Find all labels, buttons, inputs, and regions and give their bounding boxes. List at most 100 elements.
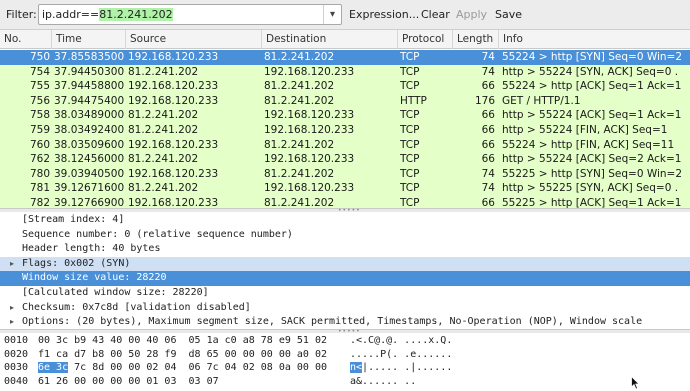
byte-ascii-values: .....P(. .e...... [350, 348, 453, 360]
detail-row[interactable]: Window size value: 28220 [0, 271, 690, 286]
packet-row[interactable]: 762 38.12456000 81.2.241.202 192.168.120.23… [0, 152, 690, 167]
packet-row[interactable]: 780 39.03940500 192.168.120.233 81.2.241.20… [0, 166, 690, 182]
packet-cell-len: 74 [481, 167, 495, 180]
save-button[interactable]: Save [495, 8, 522, 21]
packet-cell-len: 176 [474, 94, 495, 107]
filter-text[interactable]: ip.addr==81.2.241.202 [42, 8, 173, 21]
byte-row[interactable]: 0040 61 26 00 00 00 00 01 03 03 07 a&.....… [0, 375, 690, 389]
detail-row[interactable]: [Stream index: 4] [0, 213, 690, 228]
packet-cell-proto: TCP [400, 65, 420, 78]
expression-button[interactable]: Expression... [349, 8, 419, 21]
packet-cell-no: 754 [29, 65, 50, 78]
expand-arrow-icon[interactable]: ▸ [10, 257, 14, 272]
column-header-no[interactable]: No. [0, 30, 52, 49]
packet-cell-proto: TCP [400, 167, 420, 180]
byte-hex-values: 00 3c b9 43 40 00 40 06 05 1a c0 a8 78 e… [38, 335, 327, 346]
filter-prefix: ip.addr== [42, 8, 100, 21]
column-header-time[interactable]: Time [52, 30, 126, 49]
packet-details[interactable]: [Stream index: 4] Sequence number: 0 (rel… [0, 212, 690, 330]
byte-offset: 0040 [4, 375, 29, 387]
detail-text: Header length: 40 bytes [22, 243, 161, 255]
filter-dropdown-icon[interactable]: ▾ [323, 5, 341, 24]
expand-arrow-icon[interactable]: ▸ [10, 315, 14, 330]
byte-hex[interactable]: 00 3c b9 43 40 00 40 06 05 1a c0 a8 78 e… [38, 334, 327, 348]
packet-cell-dst: 81.2.241.202 [264, 138, 335, 151]
apply-button[interactable]: Apply [456, 8, 487, 21]
packet-cell-time: 38.03492400 [54, 124, 124, 136]
packet-cell-len: 66 [481, 153, 495, 166]
packet-row[interactable]: 760 38.03509600 192.168.120.233 81.2.241.20… [0, 137, 690, 153]
packet-cell-src: 81.2.241.202 [128, 109, 199, 122]
packet-cell-proto: TCP [400, 109, 420, 122]
display-filter-input[interactable]: ip.addr==81.2.241.202 ▾ [38, 4, 342, 25]
packet-cell-info: 55225 > http [SYN] Seq=0 Win=2 [502, 167, 683, 180]
packet-cell-info: GET / HTTP/1.1 [502, 94, 581, 107]
byte-hex[interactable]: f1 ca d7 b8 00 50 28 f9 d8 65 00 00 00 0… [38, 348, 327, 362]
packet-cell-len: 74 [481, 65, 495, 78]
packet-row[interactable]: 781 39.12671600 81.2.241.202 192.168.120.23… [0, 181, 690, 196]
packet-cell-len: 74 [481, 51, 495, 63]
packet-cell-src: 81.2.241.202 [128, 182, 199, 195]
detail-text: Window size value: 28220 [22, 272, 167, 284]
byte-offset: 0030 [4, 362, 29, 373]
column-header-protocol[interactable]: Protocol [398, 30, 453, 49]
packet-cell-src: 81.2.241.202 [128, 65, 199, 78]
detail-row[interactable]: ▸ Checksum: 0x7c8d [validation disabled] [0, 301, 690, 316]
packet-cell-info: 55224 > http [SYN] Seq=0 Win=2 [502, 51, 683, 63]
packet-cell-no: 758 [29, 109, 50, 122]
detail-text: Sequence number: 0 (relative sequence nu… [22, 228, 293, 240]
byte-hex[interactable]: 61 26 00 00 00 00 01 03 03 07 [38, 375, 219, 389]
packet-cell-no: 750 [29, 51, 50, 63]
packet-cell-no: 756 [29, 94, 50, 107]
byte-row[interactable]: 0010 00 3c b9 43 40 00 40 06 05 1a c0 a8 … [0, 334, 690, 348]
packet-cell-src: 192.168.120.233 [128, 51, 219, 63]
packet-cell-len: 66 [481, 138, 495, 151]
byte-hex-values: 7c 8d 00 00 02 04 06 7c 04 02 08 0a 00 0… [68, 362, 327, 373]
expand-arrow-icon[interactable]: ▸ [10, 301, 14, 316]
byte-offset: 0020 [4, 348, 29, 360]
packet-list[interactable]: No. Time Source Destination Protocol Len… [0, 30, 690, 211]
detail-text: Flags: 0x002 (SYN) [22, 257, 131, 269]
packet-cell-info: http > 55225 [SYN, ACK] Seq=0 . [502, 182, 679, 195]
column-header-length[interactable]: Length [453, 30, 499, 49]
byte-ascii[interactable]: .....P(. .e...... [350, 348, 452, 362]
packet-row[interactable]: 750 37.85583500 192.168.120.233 81.2.241.20… [0, 50, 690, 65]
packet-cell-dst: 81.2.241.202 [264, 94, 335, 107]
packet-row[interactable]: 758 38.03489000 81.2.241.202 192.168.120.23… [0, 108, 690, 123]
packet-cell-dst: 192.168.120.233 [264, 182, 355, 195]
packet-cell-dst: 192.168.120.233 [264, 153, 355, 166]
packet-cell-time: 37.85583500 [54, 51, 124, 63]
packet-cell-dst: 81.2.241.202 [264, 167, 335, 180]
packet-cell-info: http > 55224 [ACK] Seq=1 Ack=1 [502, 109, 682, 122]
packet-cell-proto: TCP [400, 124, 420, 136]
byte-hex[interactable]: 6e 3c 7c 8d 00 00 02 04 06 7c 04 02 08 0… [38, 361, 327, 375]
packet-cell-len: 66 [481, 80, 495, 93]
byte-row[interactable]: 0020 f1 ca d7 b8 00 50 28 f9 d8 65 00 00 … [0, 348, 690, 362]
packet-row[interactable]: 759 38.03492400 81.2.241.202 192.168.120.23… [0, 123, 690, 138]
packet-row[interactable]: 756 37.94475400 192.168.120.233 81.2.241.20… [0, 93, 690, 109]
column-header-info[interactable]: Info [499, 30, 690, 49]
byte-ascii[interactable]: .<.C@.@. ....x.Q. [350, 334, 452, 348]
packet-cell-src: 81.2.241.202 [128, 124, 199, 136]
packet-cell-proto: TCP [400, 51, 420, 63]
detail-row[interactable]: Header length: 40 bytes [0, 242, 690, 257]
packet-row[interactable]: 755 37.94458800 192.168.120.233 81.2.241.20… [0, 79, 690, 94]
packet-cell-time: 39.12671600 [54, 182, 124, 195]
clear-button[interactable]: Clear [421, 8, 450, 21]
byte-ascii[interactable]: a&...... .. [350, 375, 416, 389]
detail-text: [Stream index: 4] [22, 214, 125, 225]
packet-cell-src: 192.168.120.233 [128, 167, 219, 180]
packet-bytes[interactable]: 0010 00 3c b9 43 40 00 40 06 05 1a c0 a8 … [0, 333, 690, 391]
column-header-destination[interactable]: Destination [262, 30, 398, 49]
detail-row[interactable]: Sequence number: 0 (relative sequence nu… [0, 228, 690, 243]
packet-row[interactable]: 754 37.94450300 81.2.241.202 192.168.120.23… [0, 64, 690, 80]
byte-row[interactable]: 0030 6e 3c 7c 8d 00 00 02 04 06 7c 04 02 … [0, 361, 690, 375]
byte-hex-values: f1 ca d7 b8 00 50 28 f9 d8 65 00 00 00 0… [38, 348, 327, 360]
packet-cell-proto: TCP [400, 138, 420, 151]
column-header-source[interactable]: Source [126, 30, 262, 49]
byte-ascii[interactable]: n<|..... .|...... [350, 361, 452, 375]
detail-text: Checksum: 0x7c8d [validation disabled] [22, 301, 251, 313]
detail-row[interactable]: [Calculated window size: 28220] [0, 286, 690, 301]
detail-row[interactable]: ▸ Flags: 0x002 (SYN) [0, 256, 690, 272]
packet-cell-dst: 81.2.241.202 [264, 51, 335, 63]
